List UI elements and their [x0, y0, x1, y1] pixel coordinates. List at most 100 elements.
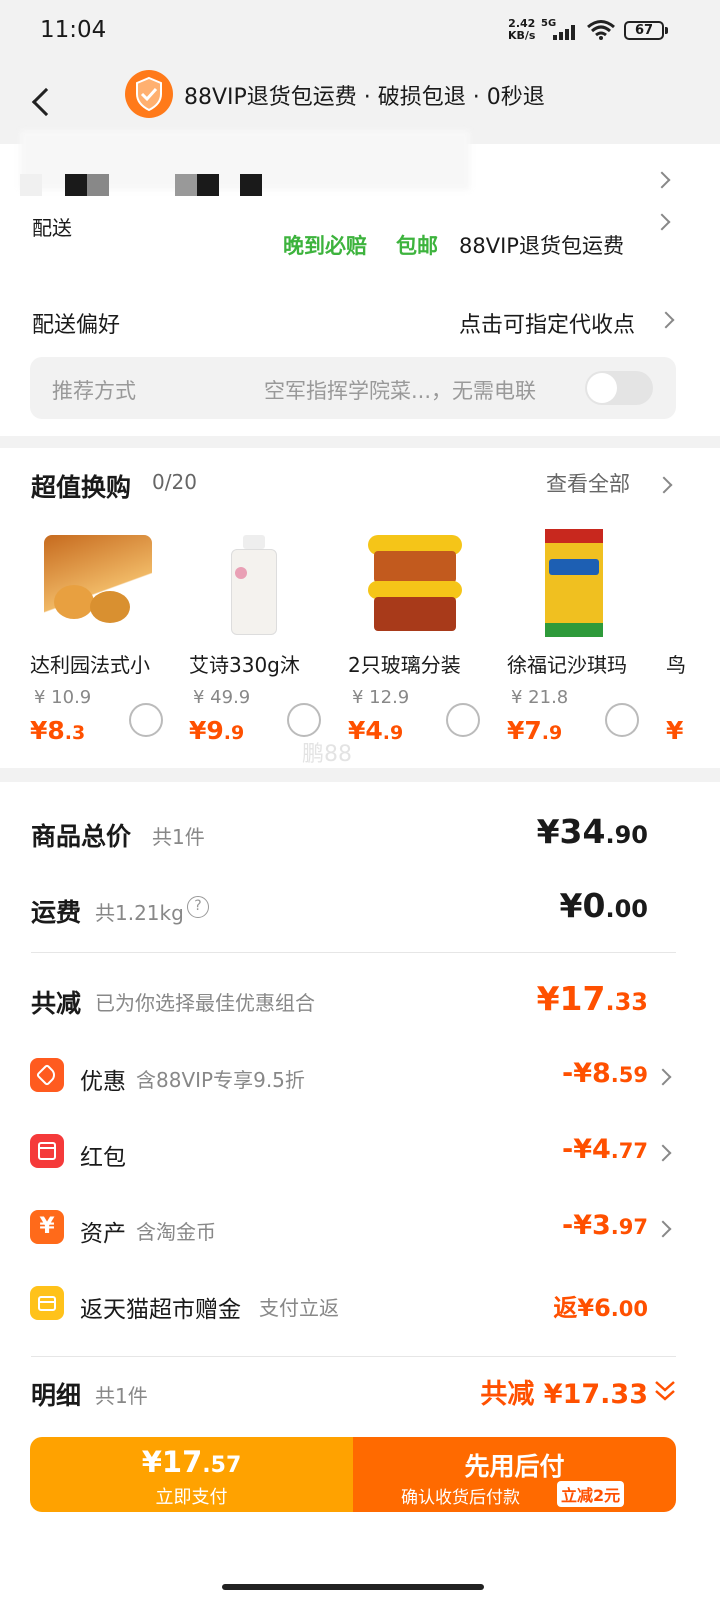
item-name: 达利园法式小	[30, 653, 150, 677]
chevron-right-icon	[654, 1144, 672, 1162]
item-price: ¥9.9	[189, 716, 245, 745]
delivery-label: 配送	[32, 216, 72, 240]
reduce-sub: 已为你选择最佳优惠组合	[95, 991, 315, 1015]
pay-later-title: 先用后付	[464, 1452, 565, 1481]
preference-label: 配送偏好	[32, 313, 121, 338]
exchange-item[interactable]: 艾诗330g沐 ¥ 49.9 ¥9.9	[189, 523, 349, 763]
total-price-label: 商品总价	[31, 822, 132, 851]
asset-yen-icon: ¥	[30, 1210, 64, 1244]
discount-label: 返天猫超市赠金	[80, 1297, 241, 1323]
pay-later-button[interactable]: 先用后付 确认收货后付款 立减2元	[353, 1437, 676, 1512]
discount-sub: 含88VIP专享9.5折	[136, 1068, 305, 1092]
divider	[31, 1356, 676, 1357]
pay-label: 立即支付	[155, 1487, 228, 1508]
view-all-chevron-icon[interactable]	[655, 476, 673, 494]
page-title: 88VIP退货包运费 · 破损包退 · 0秒退	[184, 85, 545, 110]
discount-value: 返¥6.00	[553, 1294, 648, 1322]
back-arrow-icon	[31, 87, 61, 117]
address-block	[197, 174, 219, 196]
exchange-item[interactable]: 鸟 ¥	[666, 523, 720, 763]
freight-label: 运费	[31, 898, 82, 927]
discount-label: 资产	[80, 1221, 126, 1247]
product-image	[203, 531, 311, 635]
product-image	[362, 531, 470, 635]
recommend-label: 推荐方式	[52, 379, 136, 403]
exchange-item[interactable]: 2只玻璃分装 ¥ 12.9 ¥4.9	[348, 523, 508, 763]
pay-amount: ¥17.57	[141, 1445, 242, 1479]
exchange-item[interactable]: 徐福记沙琪玛 ¥ 21.8 ¥7.9	[507, 523, 667, 763]
exchange-item[interactable]: 达利园法式小 ¥ 10.9 ¥8.3	[30, 523, 190, 763]
pay-later-badge: 立减2元	[557, 1481, 625, 1507]
address-card: 配送 晚到必赔 包邮 88VIP退货包运费 配送偏好 点击可指定代收点 推荐方式…	[0, 130, 720, 436]
vip-return-tag: 88VIP退货包运费	[459, 234, 624, 258]
chevron-right-icon	[654, 1068, 672, 1086]
detail-reduce[interactable]: 共减 ¥17.33	[480, 1372, 648, 1411]
net-speed: 2.42 KB/s	[508, 17, 536, 42]
status-time: 11:04	[40, 17, 107, 43]
address-block	[65, 174, 87, 196]
item-price: ¥8.3	[30, 716, 86, 745]
discount-label: 红包	[80, 1145, 126, 1171]
detail-count: 共1件	[95, 1384, 148, 1408]
signal-icon	[553, 24, 579, 40]
product-image	[44, 535, 152, 635]
pay-later-sub: 确认收货后付款	[401, 1488, 520, 1508]
discount-value: -¥3.97	[562, 1210, 648, 1241]
home-indicator	[222, 1584, 484, 1590]
back-button[interactable]	[26, 82, 66, 122]
item-select-radio[interactable]	[287, 703, 321, 737]
address-block	[175, 174, 197, 196]
discount-row-redpacket[interactable]: 红包 -¥4.77	[0, 1128, 720, 1188]
discount-tag-icon	[30, 1058, 64, 1092]
exchange-count: 0/20	[152, 470, 197, 494]
address-block	[87, 174, 109, 196]
discount-row-coupon[interactable]: 优惠 含88VIP专享9.5折 -¥8.59	[0, 1052, 720, 1112]
summary-card: 商品总价 共1件 ¥34.90 运费 共1.21kg ? ¥0.00 共减 已为…	[0, 782, 720, 1600]
item-name: 2只玻璃分装	[348, 653, 461, 677]
item-original-price: ¥ 49.9	[193, 687, 251, 708]
watermark: 鹏88	[302, 742, 352, 767]
no-call-toggle[interactable]	[585, 371, 653, 405]
item-price: ¥	[666, 716, 684, 745]
shield-check-icon	[125, 70, 173, 118]
reduce-label: 共减	[31, 989, 82, 1018]
item-select-radio[interactable]	[605, 703, 639, 737]
discount-row-asset[interactable]: ¥ 资产 含淘金币 -¥3.97	[0, 1204, 720, 1264]
address-block	[20, 174, 42, 196]
item-select-radio[interactable]	[446, 703, 480, 737]
freight-value: ¥0.00	[559, 886, 648, 925]
detail-label: 明细	[31, 1381, 82, 1410]
gift-box-icon	[30, 1286, 64, 1320]
item-price: ¥7.9	[507, 716, 563, 745]
view-all-link[interactable]: 查看全部	[546, 468, 630, 498]
exchange-card: 超值换购 0/20 查看全部 达利园法式小 ¥ 10.9 ¥8.3 艾诗330g…	[0, 448, 720, 768]
total-price-value: ¥34.90	[536, 812, 648, 851]
item-select-radio[interactable]	[129, 703, 163, 737]
reduce-value: ¥17.33	[536, 979, 648, 1018]
free-shipping-tag: 包邮	[396, 234, 438, 258]
delivery-chevron-icon[interactable]	[653, 213, 671, 231]
item-original-price: ¥ 10.9	[34, 687, 92, 708]
recommend-box: 推荐方式 空军指挥学院菜...，无需电联	[30, 357, 676, 419]
exchange-title: 超值换购	[31, 473, 132, 502]
status-bar: 11:04 2.42 KB/s 5G 67	[0, 0, 720, 60]
red-packet-icon	[30, 1134, 64, 1168]
help-icon[interactable]: ?	[187, 896, 209, 918]
freight-weight: 共1.21kg	[95, 901, 184, 925]
item-original-price: ¥ 21.8	[511, 687, 569, 708]
item-price: ¥4.9	[348, 716, 404, 745]
toggle-knob	[587, 373, 617, 403]
preference-chevron-icon[interactable]	[657, 311, 675, 329]
pickup-point-link[interactable]: 点击可指定代收点	[459, 307, 635, 339]
pay-now-button[interactable]: ¥17.57 立即支付	[30, 1437, 353, 1512]
address-block	[240, 174, 262, 196]
divider	[31, 952, 676, 953]
chevron-right-icon	[654, 1220, 672, 1238]
double-chevron-down-icon[interactable]	[652, 1379, 678, 1403]
battery-tip	[665, 27, 668, 34]
item-original-price: ¥ 12.9	[352, 687, 410, 708]
discount-sub: 含淘金币	[136, 1220, 216, 1244]
item-name: 鸟	[666, 653, 686, 677]
product-image	[545, 529, 603, 637]
address-chevron-icon[interactable]	[653, 171, 671, 189]
